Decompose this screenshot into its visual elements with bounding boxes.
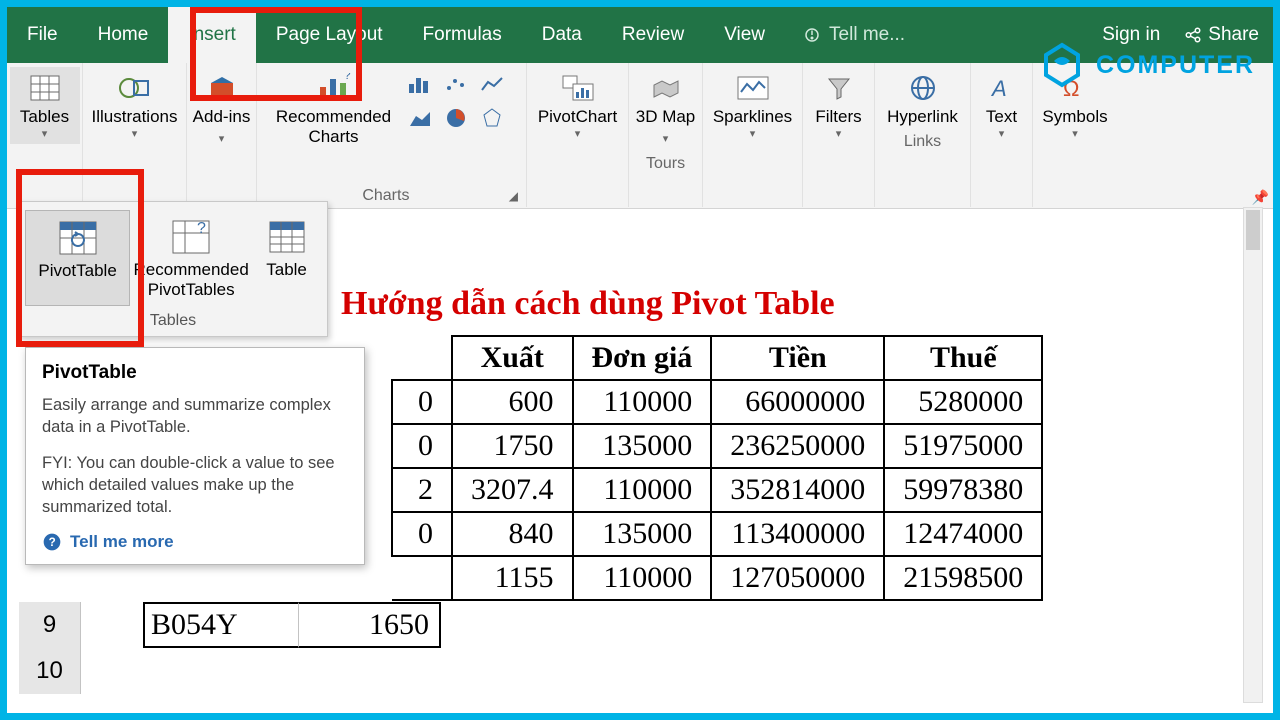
pivottable-button[interactable]: PivotTable bbox=[25, 210, 130, 306]
collapse-ribbon-pin[interactable]: 📌 bbox=[1252, 189, 1269, 206]
col-dongia[interactable]: Đơn giá bbox=[573, 336, 712, 380]
share-button[interactable]: Share bbox=[1184, 24, 1259, 46]
tours-group-label: Tours bbox=[646, 153, 685, 175]
tell-me-more-link[interactable]: ? Tell me more bbox=[42, 532, 348, 552]
svg-text:?: ? bbox=[344, 73, 351, 82]
scatter-chart-icon[interactable] bbox=[441, 69, 471, 99]
area-chart-icon[interactable] bbox=[405, 103, 435, 133]
store-icon bbox=[208, 71, 236, 105]
pivottable-tooltip: PivotTable Easily arrange and summarize … bbox=[25, 347, 365, 565]
addins-button[interactable]: Add-ins ▾ bbox=[191, 67, 253, 153]
svg-text:?: ? bbox=[197, 220, 206, 237]
tell-me-search[interactable]: Tell me... bbox=[803, 7, 905, 63]
hyperlink-button[interactable]: Hyperlink bbox=[879, 67, 967, 131]
help-icon: ? bbox=[42, 532, 62, 552]
sparklines-button[interactable]: Sparklines▾ bbox=[707, 67, 799, 144]
tab-data[interactable]: Data bbox=[522, 7, 602, 63]
shapes-icon bbox=[118, 71, 152, 105]
tab-file[interactable]: File bbox=[7, 7, 78, 63]
tab-page-layout[interactable]: Page Layout bbox=[256, 7, 403, 63]
3d-map-button[interactable]: 3D Map ▾ bbox=[633, 67, 699, 153]
tables-dropdown-panel: PivotTable ? Recommended PivotTables Tab… bbox=[18, 201, 328, 337]
vertical-scrollbar[interactable] bbox=[1243, 207, 1263, 703]
col-thue[interactable]: Thuế bbox=[884, 336, 1042, 380]
tables-group-label: Tables bbox=[19, 310, 327, 336]
pivottable-icon bbox=[58, 217, 98, 259]
map-icon bbox=[652, 71, 680, 105]
pivotchart-icon bbox=[561, 71, 595, 105]
row-9-cells[interactable]: B054Y 1650 bbox=[143, 602, 441, 648]
sheet-title-cell[interactable]: Hướng dẫn cách dùng Pivot Table bbox=[341, 285, 835, 323]
line-chart-icon[interactable] bbox=[477, 69, 507, 99]
links-group-label: Links bbox=[904, 131, 941, 153]
illustrations-button[interactable]: Illustrations▾ bbox=[87, 67, 183, 144]
tab-review[interactable]: Review bbox=[602, 7, 704, 63]
sign-in-link[interactable]: Sign in bbox=[1102, 24, 1160, 46]
ribbon-tabs: File Home Insert Page Layout Formulas Da… bbox=[7, 7, 1273, 63]
tooltip-body-1: Easily arrange and summarize complex dat… bbox=[42, 394, 348, 438]
tab-view[interactable]: View bbox=[704, 7, 785, 63]
row-header-10[interactable]: 10 bbox=[19, 648, 81, 694]
svg-text:?: ? bbox=[49, 536, 56, 549]
ribbon: Tables▾ Illustrations▾ Add-ins ▾ ? Recom… bbox=[7, 63, 1273, 209]
charts-dialog-launcher[interactable]: ◢ bbox=[509, 189, 518, 203]
text-icon: A bbox=[989, 71, 1015, 105]
pivotchart-button[interactable]: PivotChart▾ bbox=[531, 67, 625, 144]
text-button[interactable]: A Text▾ bbox=[975, 67, 1029, 144]
bar-chart-icon[interactable] bbox=[405, 69, 435, 99]
pie-chart-icon[interactable] bbox=[441, 103, 471, 133]
filters-button[interactable]: Filters▾ bbox=[807, 67, 871, 144]
recommended-charts-icon: ? bbox=[316, 71, 352, 105]
tables-icon bbox=[30, 71, 60, 105]
table-icon bbox=[269, 216, 305, 258]
tab-insert[interactable]: Insert bbox=[168, 7, 256, 63]
filter-icon bbox=[827, 71, 851, 105]
symbols-button[interactable]: Ω Symbols▾ bbox=[1037, 67, 1113, 144]
recommended-pivottables-button[interactable]: ? Recommended PivotTables bbox=[136, 210, 246, 306]
data-table[interactable]: Xuất Đơn giá Tiền Thuế 06001100006600000… bbox=[391, 335, 1043, 601]
chart-type-grid bbox=[405, 67, 517, 133]
radar-chart-icon[interactable] bbox=[477, 103, 507, 133]
recommended-pivottables-icon: ? bbox=[171, 216, 211, 258]
col-tien[interactable]: Tiền bbox=[711, 336, 884, 380]
sparklines-icon bbox=[737, 71, 769, 105]
tooltip-body-2: FYI: You can double-click a value to see… bbox=[42, 452, 348, 518]
omega-icon: Ω bbox=[1061, 71, 1089, 105]
col-xuat[interactable]: Xuất bbox=[452, 336, 573, 380]
tooltip-title: PivotTable bbox=[42, 362, 348, 384]
table-button[interactable]: Table bbox=[252, 210, 321, 306]
svg-text:Ω: Ω bbox=[1063, 76, 1079, 100]
recommended-charts-button[interactable]: ? Recommended Charts bbox=[267, 67, 401, 151]
tables-dropdown-button[interactable]: Tables▾ bbox=[10, 67, 80, 144]
svg-text:A: A bbox=[990, 76, 1007, 100]
row-header-9[interactable]: 9 bbox=[19, 602, 81, 648]
tab-home[interactable]: Home bbox=[78, 7, 169, 63]
tab-formulas[interactable]: Formulas bbox=[403, 7, 522, 63]
hyperlink-icon bbox=[907, 71, 939, 105]
